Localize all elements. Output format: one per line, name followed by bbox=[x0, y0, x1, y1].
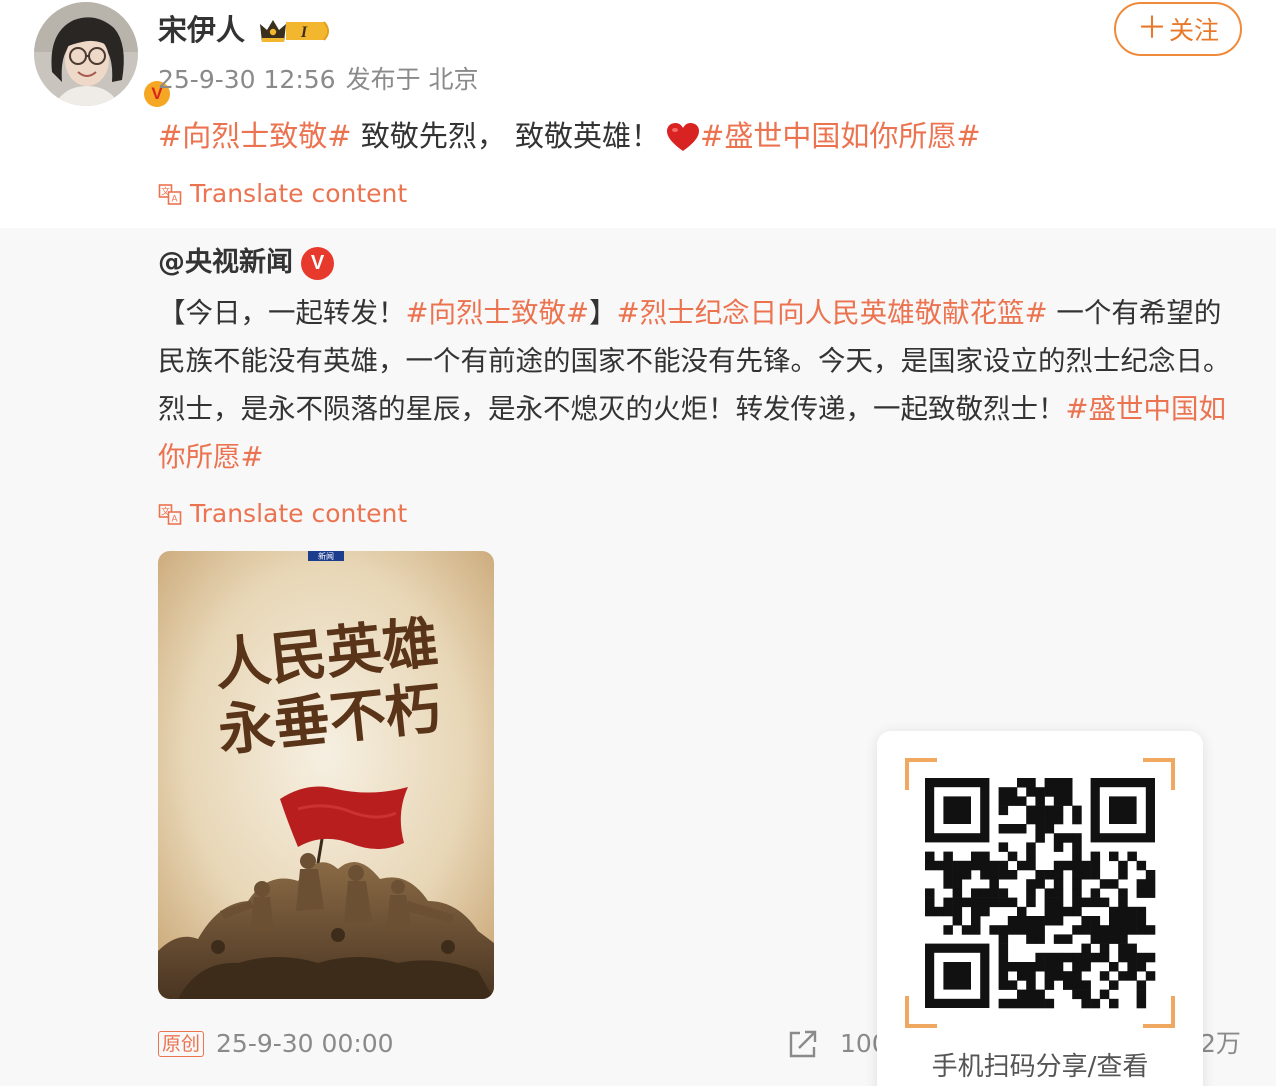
post-image[interactable]: 新闻 人民英雄 永垂不朽 bbox=[158, 551, 494, 999]
post-source: 发布于 北京 bbox=[345, 65, 479, 94]
original-tag: 原创 bbox=[158, 1031, 205, 1057]
topic-link[interactable]: #向烈士致敬# bbox=[406, 297, 590, 329]
avatar-image[interactable] bbox=[34, 2, 138, 106]
crown-badge-icon[interactable]: I bbox=[256, 14, 334, 48]
follow-button[interactable]: ＋ 关注 bbox=[1114, 2, 1242, 56]
svg-text:A: A bbox=[171, 194, 177, 204]
svg-text:新闻: 新闻 bbox=[318, 551, 334, 561]
qr-code bbox=[905, 758, 1175, 1028]
heart-icon bbox=[666, 119, 700, 165]
topic-link[interactable]: #烈士纪念日向人民英雄敬献花篮# bbox=[617, 297, 1048, 329]
post-card: V 宋伊人 I 25-9-30 12:56 发布于 北京 ＋ 关注 #向烈士致敬#… bbox=[0, 0, 1276, 228]
v-verified-icon: V bbox=[301, 246, 334, 280]
svg-text:A: A bbox=[171, 514, 177, 524]
repost-author[interactable]: @央视新闻 V bbox=[158, 245, 334, 281]
author-name[interactable]: 宋伊人 bbox=[158, 10, 245, 50]
repost-author-name[interactable]: @央视新闻 bbox=[158, 245, 293, 281]
avatar[interactable]: V bbox=[34, 2, 173, 110]
repost-text: 【今日，一起转发！#向烈士致敬#】#烈士纪念日向人民英雄敬献花篮# 一个有希望的… bbox=[158, 289, 1248, 481]
translate-link[interactable]: 文 A Translate content bbox=[158, 176, 407, 212]
repost-time[interactable]: 25-9-30 00:00 bbox=[216, 1028, 394, 1060]
qr-caption: 手机扫码分享/查看 bbox=[931, 1052, 1149, 1082]
topic-link[interactable]: #盛世中国如你所愿# bbox=[700, 119, 981, 153]
translate-icon: 文 A bbox=[158, 184, 182, 205]
plus-icon: ＋ bbox=[1136, 11, 1167, 46]
follow-label: 关注 bbox=[1168, 16, 1219, 45]
repost-text-part: 【今日，一起转发！ bbox=[158, 297, 406, 329]
translate-label: Translate content bbox=[190, 179, 408, 208]
post-time[interactable]: 25-9-30 12:56 bbox=[158, 65, 336, 94]
share-button[interactable]: 100 bbox=[786, 1026, 888, 1062]
translate-link[interactable]: 文 A Translate content bbox=[158, 496, 407, 532]
post-body-text: 致敬先烈， 致敬英雄！ bbox=[351, 119, 661, 153]
topic-link[interactable]: #向烈士致敬# bbox=[158, 119, 352, 153]
post-text: #向烈士致敬# 致敬先烈， 致敬英雄！ #盛世中国如你所愿# bbox=[158, 113, 1238, 165]
like-count[interactable]: 2万 bbox=[1200, 1026, 1241, 1062]
svg-text:I: I bbox=[300, 24, 308, 41]
share-icon bbox=[789, 1030, 817, 1058]
repost-footer: 原创 25-9-30 00:00 bbox=[158, 1028, 394, 1060]
translate-label: Translate content bbox=[190, 499, 408, 528]
translate-icon: 文 A bbox=[158, 504, 182, 525]
repost-text-part: 】 bbox=[589, 297, 617, 329]
qr-share-popup: 手机扫码分享/查看 bbox=[877, 731, 1203, 1086]
post-meta: 25-9-30 12:56 发布于 北京 bbox=[158, 62, 479, 98]
